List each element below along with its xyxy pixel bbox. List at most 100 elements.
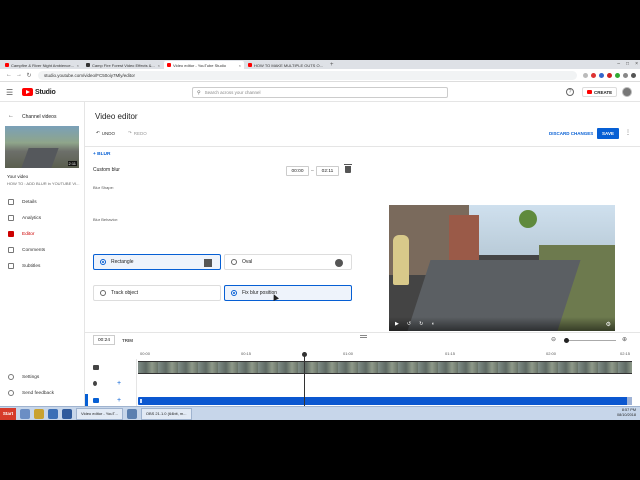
close-tab-icon[interactable]: × [75, 63, 79, 68]
zoom-in-icon[interactable]: ⊕ [622, 336, 627, 343]
rewind-icon[interactable]: ↺ [407, 321, 411, 327]
pinned-app-icon[interactable] [48, 408, 58, 419]
new-tab-button[interactable]: + [326, 61, 338, 69]
discard-changes-button[interactable]: DISCARD CHANGES [549, 131, 593, 136]
editor-icon [8, 231, 14, 237]
opera-extension-icon[interactable] [591, 72, 596, 78]
start-time-value: 00:00 [291, 168, 304, 174]
browser-tab[interactable]: HOW TO MAKE MULTIPLE OUTS O...× [245, 61, 325, 69]
oval-label: Oval [242, 259, 253, 265]
forward-arrow-icon[interactable]: → [14, 72, 24, 78]
pinned-app-icon[interactable] [20, 408, 30, 419]
sidebar-item-analytics[interactable]: Analytics [0, 211, 84, 225]
gray-extension-icon[interactable] [623, 72, 628, 78]
studio-logo[interactable]: Studio [22, 88, 56, 96]
sidebar-item-editor[interactable]: Editor [0, 227, 84, 241]
star-icon[interactable] [583, 72, 588, 78]
delete-blur-icon[interactable] [344, 164, 352, 173]
blur-start-time-input[interactable]: 00:00 [286, 166, 309, 176]
red-extension-icon[interactable] [607, 72, 612, 78]
behavior-fix-option[interactable]: Fix blur position [224, 285, 352, 301]
folder-icon[interactable] [34, 408, 44, 419]
channel-search-input[interactable]: ⚲ Search across your channel [192, 87, 448, 98]
taskbar-obs-button[interactable]: OBS 21.1.0 (64bit, m... [140, 407, 192, 420]
green-extension-icon[interactable] [615, 72, 620, 78]
blur-segment-handle[interactable] [140, 399, 142, 403]
tab-label: HOW TO MAKE MULTIPLE OUTS O... [254, 62, 323, 68]
add-audio-button[interactable]: + [117, 380, 121, 387]
volume-icon[interactable]: ◖ [431, 321, 434, 327]
music-note-icon [93, 381, 97, 386]
close-tab-icon[interactable]: × [237, 63, 241, 68]
ruler-tick: 00:15 [241, 351, 252, 356]
reload-icon[interactable]: ↻ [24, 72, 34, 79]
back-arrow-icon[interactable]: ← [8, 113, 14, 119]
zoom-slider[interactable] [564, 340, 616, 341]
player-settings-icon[interactable]: ⚙ [606, 321, 611, 328]
blue-extension-icon[interactable] [599, 72, 604, 78]
blur-behavior-label: Blur Behavior: [93, 217, 119, 222]
close-window-button[interactable]: × [635, 60, 638, 69]
forward-icon[interactable]: ↻ [419, 321, 423, 327]
youtube-favicon-icon [5, 63, 9, 67]
rectangle-radio[interactable] [100, 259, 106, 265]
browser-tab[interactable]: Campfire & River Night Ambience... × [2, 61, 82, 69]
shape-rectangle-option[interactable]: Rectangle [93, 254, 221, 270]
thumbnail-duration: 2:11 [67, 161, 77, 166]
track-object-radio[interactable] [100, 290, 106, 296]
zoom-slider-knob[interactable] [564, 338, 569, 343]
search-icon: ⚲ [197, 89, 201, 96]
end-time-value: 02:11 [321, 168, 334, 174]
resize-handle-icon[interactable] [360, 335, 367, 338]
sidebar-item-details[interactable]: Details [0, 195, 84, 209]
blur-track-segment[interactable] [138, 397, 628, 405]
behavior-track-option[interactable]: Track object [93, 285, 221, 301]
maximize-button[interactable]: □ [626, 60, 629, 69]
menu-icon[interactable]: ☰ [6, 88, 13, 97]
pinned-app-icon[interactable] [126, 408, 137, 419]
redo-button[interactable]: ↷ REDO [128, 130, 147, 136]
blur-segment-end-handle[interactable] [627, 397, 632, 405]
gear-icon [8, 374, 14, 380]
account-avatar[interactable] [622, 87, 632, 97]
more-options-icon[interactable]: ⋮ [625, 129, 631, 136]
oval-radio[interactable] [231, 259, 237, 265]
browser-tab[interactable]: Camp Fire Forest Video Effects &... × [83, 61, 163, 69]
back-arrow-icon[interactable]: ← [4, 72, 14, 78]
settings-link[interactable]: Settings [0, 374, 39, 380]
trim-button[interactable]: TRIM [122, 338, 133, 343]
profile-icon[interactable] [631, 72, 636, 78]
fix-position-radio[interactable] [231, 290, 237, 296]
help-icon[interactable]: ? [566, 88, 574, 96]
url-input[interactable]: studio.youtube.com/video/FC50oiy7Mly/edi… [37, 70, 577, 80]
zoom-out-icon[interactable]: ⊖ [551, 336, 556, 343]
play-icon[interactable]: ▶ [395, 321, 399, 327]
minimize-button[interactable]: – [617, 60, 620, 69]
sidebar-item-comments[interactable]: Comments [0, 243, 84, 257]
video-filmstrip[interactable] [138, 361, 632, 374]
taskbar-chrome-button[interactable]: Video editor - YouT... [76, 407, 123, 420]
close-tab-icon[interactable]: × [156, 63, 160, 68]
browser-tab-active[interactable]: Video editor - YouTube Studio × [164, 61, 244, 69]
undo-button[interactable]: ↶ UNDO [96, 130, 115, 136]
save-button[interactable]: SAVE [597, 128, 619, 139]
channel-videos-link[interactable]: Channel videos [22, 114, 56, 120]
create-button[interactable]: CREATE [582, 87, 618, 97]
current-time-input[interactable]: 00:24 [93, 335, 115, 345]
sidebar-item-subtitles[interactable]: Subtitles [0, 259, 84, 273]
video-preview[interactable]: ▶ ↺ ↻ ◖ ⚙ [389, 205, 615, 331]
send-feedback-link[interactable]: Send feedback [0, 390, 54, 396]
close-tab-icon[interactable]: × [323, 63, 326, 68]
timeline-divider [85, 332, 640, 333]
blur-end-time-input[interactable]: 02:11 [316, 166, 339, 176]
system-clock[interactable]: 8:57 PM 08/10/2018 [617, 408, 636, 418]
add-blur-track-button[interactable]: + [117, 397, 121, 404]
pinned-app-icon[interactable] [62, 408, 72, 419]
add-blur-button[interactable]: + BLUR [93, 152, 110, 157]
video-thumbnail[interactable]: 2:11 [5, 126, 79, 168]
start-button[interactable]: Start [0, 407, 16, 420]
tab-label: Campfire & River Night Ambience... [11, 62, 74, 68]
pencil-icon [8, 199, 14, 205]
start-label: Start [2, 411, 14, 416]
shape-oval-option[interactable]: Oval [224, 254, 352, 270]
